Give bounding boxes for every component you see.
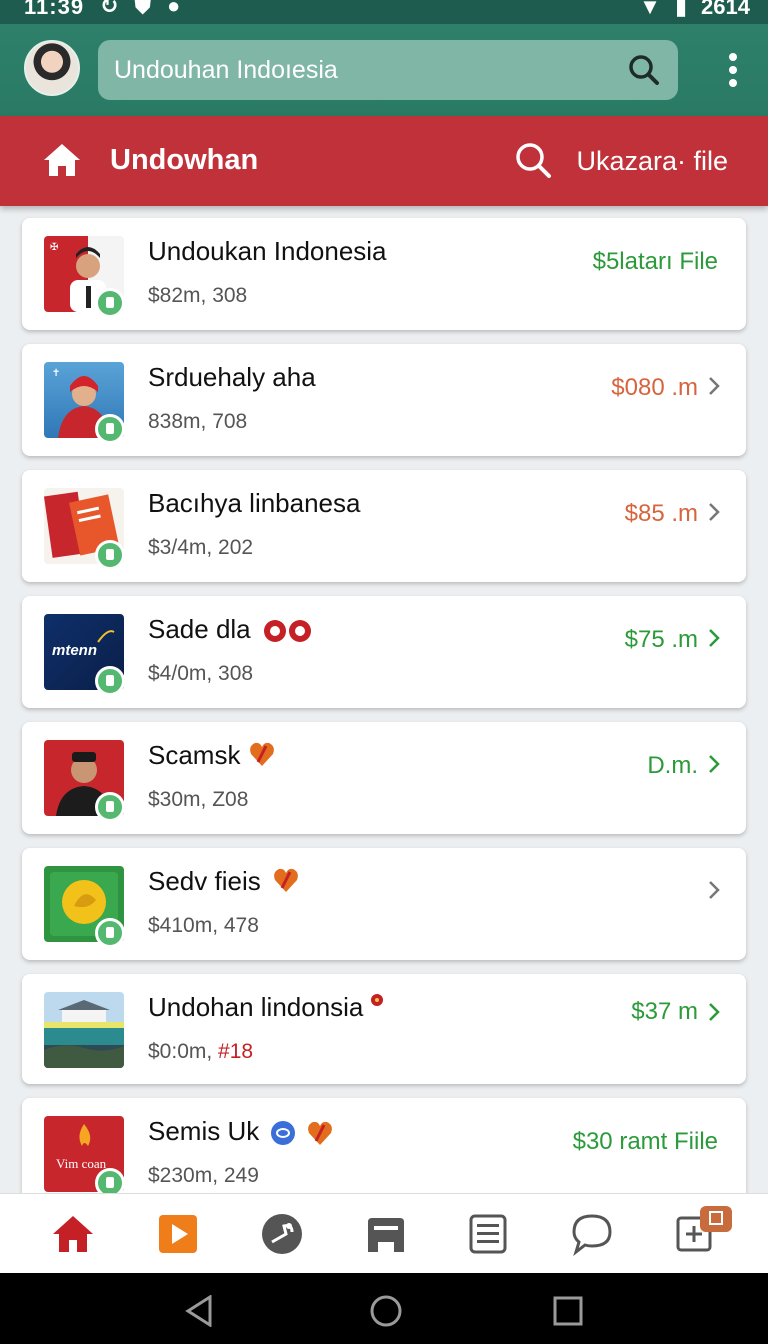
avatar[interactable] (24, 40, 80, 96)
item-price: $37 m (631, 998, 698, 1025)
svg-text:∞: ∞ (50, 493, 58, 503)
add-icon[interactable] (674, 1204, 736, 1256)
verified-badge-icon (95, 1168, 125, 1194)
item-meta: $4/0m, 308 (148, 662, 254, 685)
item-name: Undohan lindonsia (148, 992, 385, 1023)
chevron-right-icon[interactable] (708, 502, 720, 522)
item-price: $85 .m (624, 500, 698, 527)
item-name: Scamsk (148, 740, 276, 771)
item-list: ✠ Undoukan Indonesia $82m, 308 $5latarı … (0, 206, 768, 1194)
search-icon[interactable] (628, 54, 660, 86)
chevron-right-icon[interactable] (708, 1002, 720, 1022)
verified-badge-icon (95, 792, 125, 822)
svg-text:✝: ✝ (52, 368, 60, 379)
system-navigation (0, 1273, 768, 1344)
item-meta: $0:0m, #18 (148, 1040, 254, 1063)
list-item[interactable]: ✠ Undoukan Indonesia $82m, 308 $5latarı … (22, 218, 746, 330)
bottom-navigation (0, 1193, 768, 1273)
list-item[interactable]: Scamsk $30m, Z08 D.m. (22, 722, 746, 834)
toolbar: Undowhan Ukazara· file (0, 116, 768, 206)
item-price: $30 ramt Fiile (572, 1128, 718, 1155)
item-name: Undoukan Indonesia (148, 236, 387, 266)
landscape-image (44, 1000, 124, 1068)
item-name: Sedv fieis (148, 866, 300, 897)
chevron-right-icon[interactable] (708, 880, 720, 900)
item-meta: $3/4m, 202 (148, 536, 254, 559)
inbox-icon[interactable] (364, 1212, 408, 1256)
home-circle-icon[interactable] (370, 1295, 402, 1327)
search-box[interactable]: Undouhan Indoıesia (98, 40, 678, 100)
heart-emblem-icon (249, 742, 274, 766)
recents-icon[interactable] (552, 1295, 584, 1327)
status-right-text: 2614 (701, 0, 750, 19)
svg-text:✠: ✠ (50, 242, 58, 253)
list-item[interactable]: Undohan lindonsia $0:0m, #18 $37 m (22, 974, 746, 1084)
status-right-icons: ▼ ▮ 2614 (639, 0, 750, 20)
home-icon[interactable] (42, 142, 82, 178)
status-time: 11:39 (24, 0, 85, 19)
verified-badge-icon (95, 288, 125, 318)
chat-icon[interactable] (570, 1212, 614, 1256)
item-price: $5latarı File (592, 248, 718, 275)
item-meta: $82m, 308 (148, 284, 248, 307)
verified-badge-icon (95, 540, 125, 570)
item-thumbnail (44, 992, 124, 1068)
search-icon[interactable] (514, 141, 552, 179)
item-meta: $410m, 478 (148, 914, 259, 937)
home-icon[interactable] (51, 1212, 95, 1256)
battery-icon: ▮ (674, 0, 688, 19)
status-bar: 11:39 ↻ ⛊ ● ▼ ▮ 2614 (0, 0, 768, 24)
chevron-right-icon[interactable] (708, 628, 720, 648)
item-name: Bacıhya linbanesa (148, 488, 361, 518)
item-name: Sade dla (148, 614, 314, 645)
chevron-right-icon[interactable] (708, 754, 720, 774)
item-price: D.m. (647, 752, 698, 779)
item-name: Semis Uk (148, 1116, 334, 1147)
explore-icon[interactable] (260, 1212, 304, 1256)
back-icon[interactable] (184, 1295, 216, 1327)
sync-icon: ↻ (100, 0, 119, 18)
list-item[interactable]: ✝ Srduehaly aha 838m, 708 $080 .m (22, 344, 746, 456)
status-left-icons: ↻ ⛊ ● (100, 0, 180, 18)
meta-highlight: #18 (218, 1040, 254, 1063)
list-item[interactable]: mtenn Sade dla $4/0m, 308 $75 .m (22, 596, 746, 708)
heart-emblem-icon (274, 868, 298, 892)
thumbnail-logo-text: Vim coan (56, 1156, 107, 1171)
item-meta: $230m, 249 (148, 1164, 259, 1187)
flower-badge-icon (370, 994, 383, 1006)
item-name: Srduehaly aha (148, 362, 316, 392)
item-meta: $30m, Z08 (148, 788, 249, 811)
shield-icon: ⛊ (134, 0, 151, 18)
blue-circle-icon (271, 1121, 296, 1146)
item-price: $75 .m (624, 626, 698, 653)
search-input[interactable]: Undouhan Indoıesia (114, 56, 338, 85)
chevron-right-icon[interactable] (708, 376, 720, 396)
verified-badge-icon (95, 918, 125, 948)
wifi-icon: ▼ (639, 0, 661, 19)
toolbar-title: Undowhan (110, 144, 259, 176)
list-item[interactable]: Vim coan Semis Uk $230m, 249 $30 ramt Fi… (22, 1098, 746, 1194)
list-item[interactable]: ∞ Bacıhya linbanesa $3/4m, 202 $85 .m (22, 470, 746, 582)
more-vert-icon[interactable] (728, 52, 738, 88)
list-icon[interactable] (466, 1212, 510, 1256)
verified-badge-icon (95, 414, 125, 444)
heart-emblem-icon (307, 1121, 332, 1146)
top-app-bar: Undouhan Indoıesia (0, 24, 768, 116)
list-item[interactable]: Sedv fieis $410m, 478 (22, 848, 746, 960)
item-price: $080 .m (611, 374, 698, 401)
double-circle-icon (263, 620, 311, 643)
circle-icon: ● (166, 0, 181, 18)
item-meta: 838m, 708 (148, 410, 248, 433)
play-icon[interactable] (156, 1212, 200, 1256)
toolbar-action-label[interactable]: Ukazara· file (576, 146, 728, 177)
verified-badge-icon (95, 666, 125, 696)
